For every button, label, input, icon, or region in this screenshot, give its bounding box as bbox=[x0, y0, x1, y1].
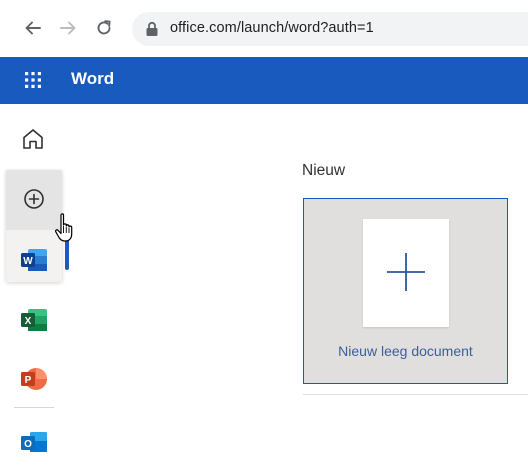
back-button[interactable] bbox=[20, 14, 46, 42]
outlook-app-icon[interactable]: O bbox=[20, 430, 48, 456]
excel-app-icon[interactable]: X bbox=[20, 307, 48, 333]
reload-icon bbox=[97, 20, 111, 35]
app-launcher-icon[interactable] bbox=[24, 71, 42, 89]
new-blank-document-label: Nieuw leeg document bbox=[338, 343, 473, 359]
browser-toolbar: office.com/launch/word?auth=1 bbox=[0, 0, 528, 57]
powerpoint-app-icon[interactable]: P bbox=[20, 366, 48, 392]
svg-text:P: P bbox=[25, 375, 32, 386]
blank-document-thumbnail bbox=[363, 219, 449, 327]
content-divider bbox=[303, 394, 528, 395]
arrow-left-icon bbox=[25, 21, 41, 35]
new-blank-document-tile[interactable]: Nieuw leeg document bbox=[303, 198, 508, 384]
word-app-icon[interactable]: W bbox=[20, 247, 48, 273]
address-bar[interactable]: office.com/launch/word?auth=1 bbox=[132, 12, 528, 46]
forward-button[interactable] bbox=[55, 14, 81, 42]
svg-text:X: X bbox=[25, 316, 32, 327]
left-rail: W X P O bbox=[0, 104, 69, 472]
hand-cursor-icon bbox=[55, 213, 73, 242]
section-title-new: Nieuw bbox=[302, 162, 346, 179]
url-text: office.com/launch/word?auth=1 bbox=[170, 20, 374, 36]
lock-icon bbox=[146, 21, 158, 36]
arrow-right-icon bbox=[60, 21, 76, 35]
svg-text:O: O bbox=[24, 439, 32, 450]
home-icon[interactable] bbox=[20, 126, 46, 152]
app-title[interactable]: Word bbox=[71, 69, 114, 89]
app-header: Word bbox=[0, 57, 528, 104]
reload-button[interactable] bbox=[91, 14, 117, 42]
svg-text:W: W bbox=[23, 256, 33, 267]
plus-icon bbox=[387, 253, 425, 291]
add-circle-icon bbox=[24, 189, 44, 209]
rail-divider bbox=[14, 407, 54, 408]
